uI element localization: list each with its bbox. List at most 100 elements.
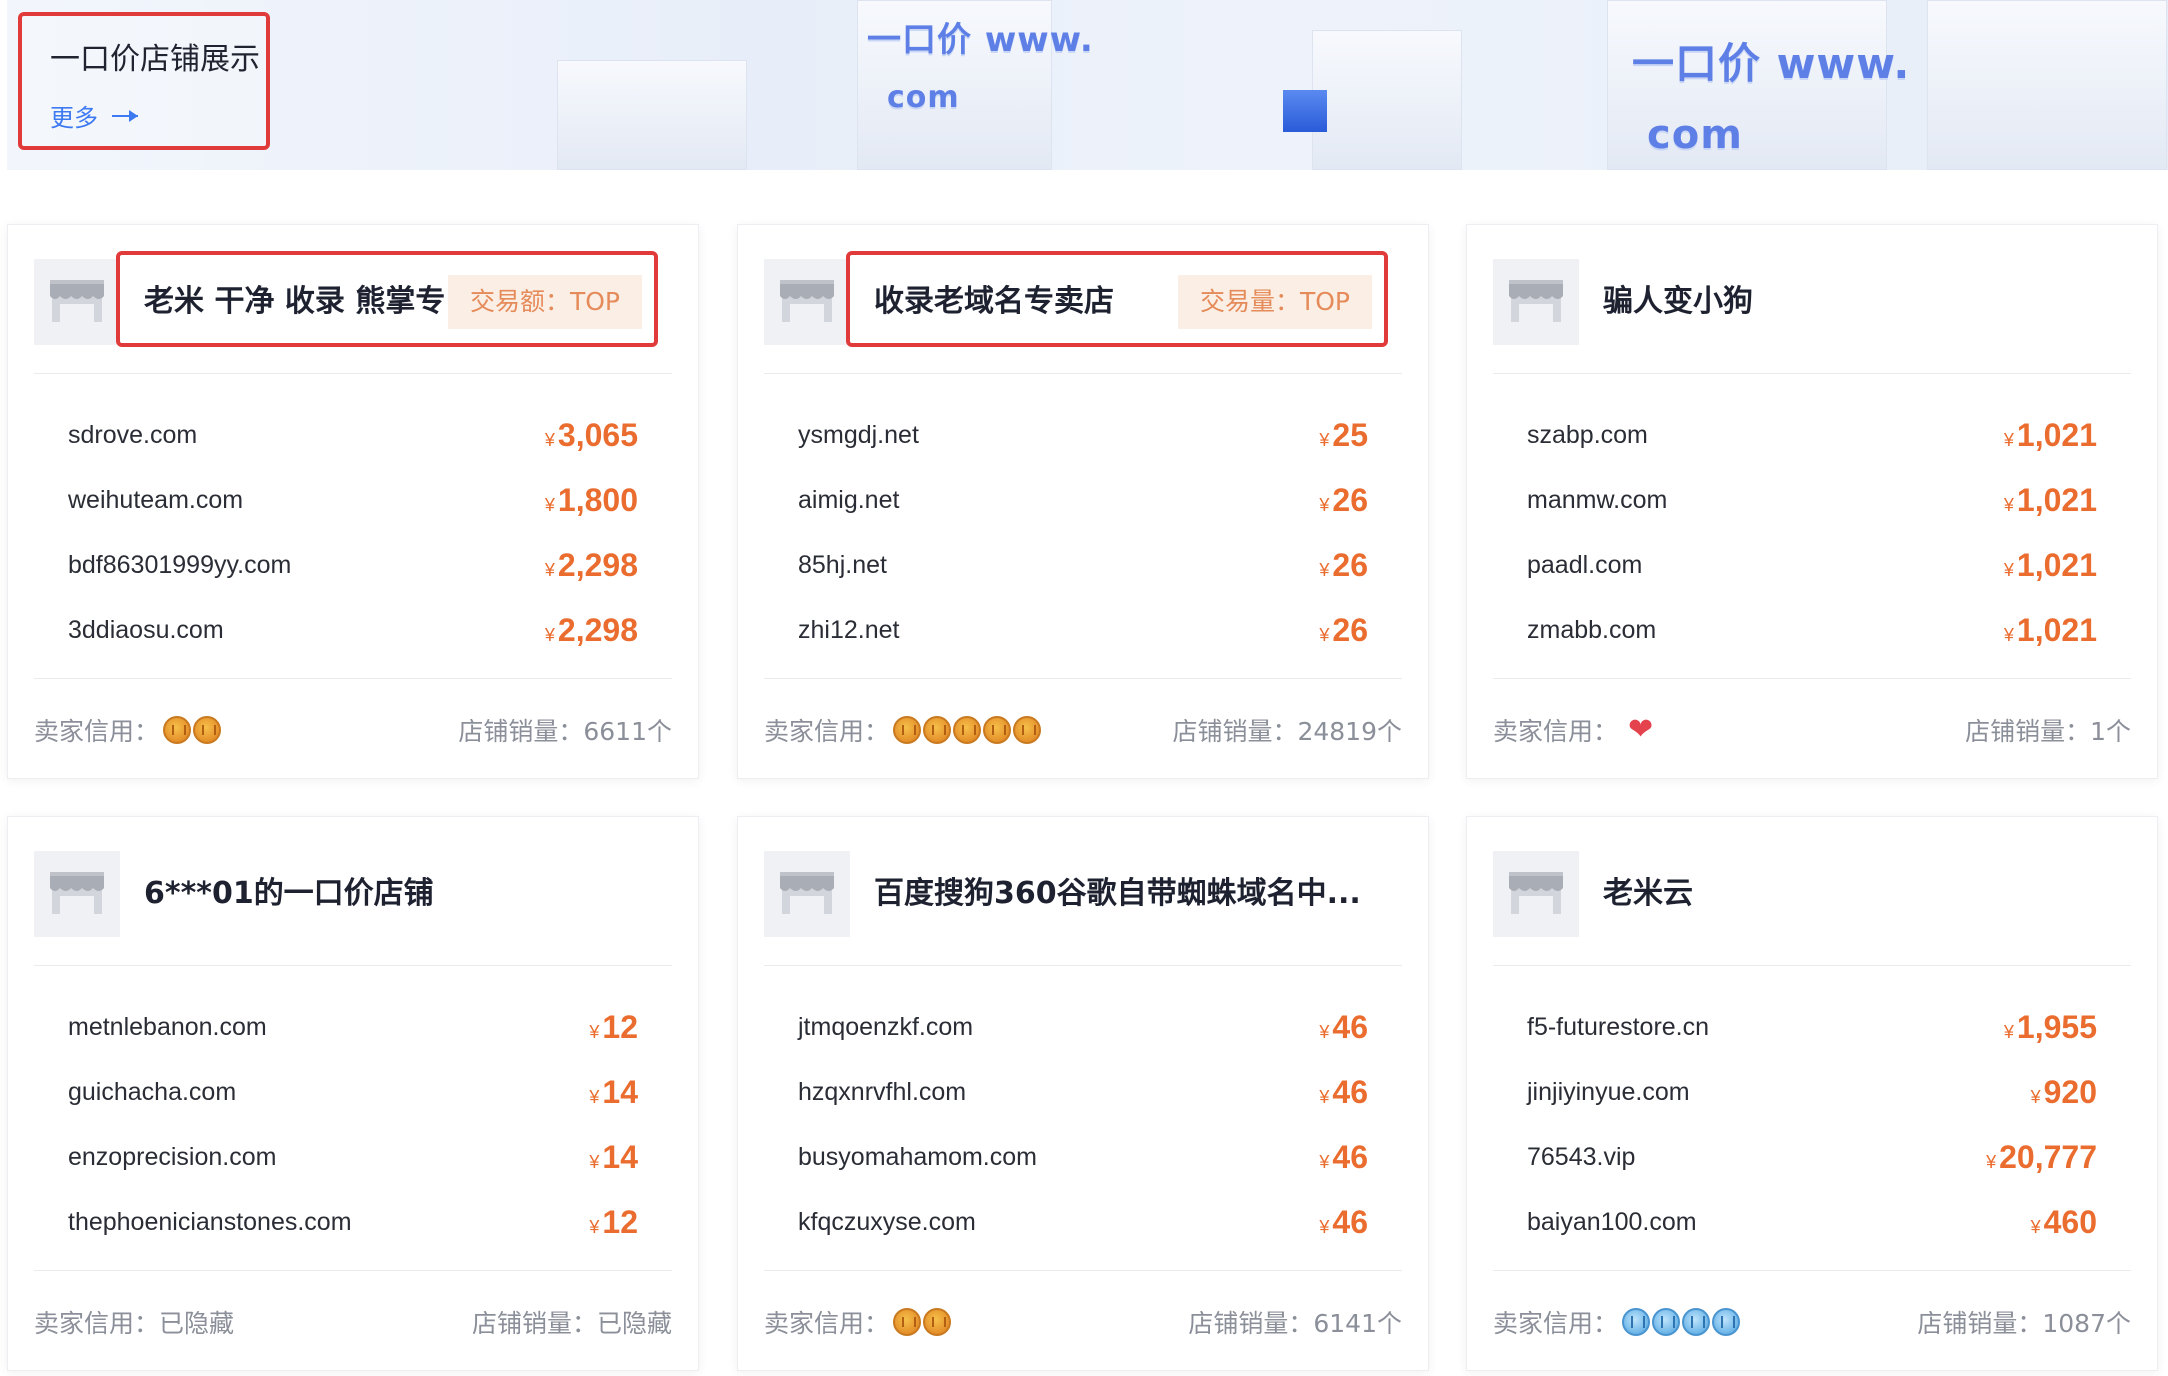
domain-name[interactable]: aimig.net (798, 486, 899, 515)
store-header[interactable]: 收录老域名专卖店 交易量：TOP (764, 251, 1402, 347)
store-card[interactable]: 百度搜狗360谷歌自带蜘蛛域名中... jtmqoenzkf.com ¥46 hzq… (737, 816, 1429, 1371)
banner-logo-text: 一口价 www. (867, 20, 1094, 60)
domain-name[interactable]: ysmgdj.net (798, 421, 919, 450)
store-name[interactable]: 6***01的一口价店铺 (144, 851, 434, 937)
domain-row[interactable]: jtmqoenzkf.com ¥46 (798, 995, 1368, 1060)
domain-name[interactable]: f5-futurestore.cn (1527, 1013, 1709, 1042)
price-value: 1,021 (2016, 612, 2097, 648)
domain-price: ¥14 (589, 1139, 638, 1176)
domain-row[interactable]: hzqxnrvfhl.com ¥46 (798, 1060, 1368, 1125)
domain-row[interactable]: guichacha.com ¥14 (68, 1060, 638, 1125)
domain-row[interactable]: 3ddiaosu.com ¥2,298 (68, 598, 638, 663)
store-header[interactable]: 6***01的一口价店铺 (34, 851, 672, 937)
domain-row[interactable]: ysmgdj.net ¥25 (798, 403, 1368, 468)
domain-name[interactable]: thephoenicianstones.com (68, 1208, 352, 1237)
domain-row[interactable]: thephoenicianstones.com ¥12 (68, 1190, 638, 1255)
currency-symbol: ¥ (1319, 1217, 1330, 1237)
domain-row[interactable]: szabp.com ¥1,021 (1527, 403, 2097, 468)
store-header[interactable]: 老米 干净 收录 熊掌专... 交易额：TOP (34, 251, 672, 347)
domain-row[interactable]: zhi12.net ¥26 (798, 598, 1368, 663)
currency-symbol: ¥ (589, 1022, 600, 1042)
domain-name[interactable]: szabp.com (1527, 421, 1648, 450)
price-value: 1,800 (557, 482, 638, 518)
domain-price: ¥920 (2031, 1074, 2097, 1111)
banner: 一口价 www. com 一口价 www. com (7, 0, 2168, 170)
domain-name[interactable]: 3ddiaosu.com (68, 616, 224, 645)
domain-name[interactable]: baiyan100.com (1527, 1208, 1697, 1237)
domain-name[interactable]: metnlebanon.com (68, 1013, 267, 1042)
domain-row[interactable]: baiyan100.com ¥460 (1527, 1190, 2097, 1255)
domain-name[interactable]: bdf86301999yy.com (68, 551, 291, 580)
domain-row[interactable]: metnlebanon.com ¥12 (68, 995, 638, 1060)
credit-badges (893, 716, 1042, 744)
domain-row[interactable]: paadl.com ¥1,021 (1527, 533, 2097, 598)
divider (764, 1270, 1402, 1271)
domain-name[interactable]: paadl.com (1527, 551, 1642, 580)
currency-symbol: ¥ (2003, 1022, 2014, 1042)
domain-name[interactable]: weihuteam.com (68, 486, 243, 515)
store-card[interactable]: 收录老域名专卖店 交易量：TOP ysmgdj.net ¥25 aimig.net ¥… (737, 224, 1429, 779)
domain-row[interactable]: busyomahamom.com ¥46 (798, 1125, 1368, 1190)
price-value: 460 (2043, 1204, 2097, 1240)
domain-name[interactable]: jtmqoenzkf.com (798, 1013, 973, 1042)
domain-row[interactable]: weihuteam.com ¥1,800 (68, 468, 638, 533)
store-card[interactable]: 老米云 f5-futurestore.cn ¥1,955 jinjiyinyue.c… (1466, 816, 2158, 1371)
domain-name[interactable]: busyomahamom.com (798, 1143, 1037, 1172)
domain-row[interactable]: 76543.vip ¥20,777 (1527, 1125, 2097, 1190)
domain-name[interactable]: guichacha.com (68, 1078, 236, 1107)
domain-row[interactable]: f5-futurestore.cn ¥1,955 (1527, 995, 2097, 1060)
store-header[interactable]: 老米云 (1493, 851, 2131, 937)
store-sales: 店铺销量：6611个 (458, 712, 672, 748)
more-link-label[interactable]: 更多 (50, 98, 98, 133)
domain-price: ¥1,021 (2004, 612, 2097, 649)
seller-credit: 卖家信用： (764, 1304, 952, 1340)
banner-decor-block (557, 60, 747, 170)
store-card[interactable]: 老米 干净 收录 熊掌专... 交易额：TOP sdrove.com ¥3,065… (7, 224, 699, 779)
store-card[interactable]: 骗人变小狗 szabp.com ¥1,021 manmw.com ¥1,021 paad… (1466, 224, 2158, 779)
banner-decor-block (1312, 30, 1462, 170)
currency-symbol: ¥ (2003, 495, 2014, 515)
domain-name[interactable]: hzqxnrvfhl.com (798, 1078, 966, 1107)
seller-credit: 卖家信用： (764, 712, 1042, 748)
store-name[interactable]: 百度搜狗360谷歌自带蜘蛛域名中... (874, 851, 1361, 937)
more-link[interactable]: 更多 (50, 98, 138, 133)
store-name[interactable]: 骗人变小狗 (1603, 259, 1753, 345)
domain-name[interactable]: manmw.com (1527, 486, 1667, 515)
store-name[interactable]: 老米云 (1603, 851, 1693, 937)
seller-credit: 卖家信用： (34, 712, 222, 748)
domain-price: ¥1,021 (2004, 482, 2097, 519)
crown-icon (893, 716, 922, 744)
currency-symbol: ¥ (2003, 560, 2014, 580)
domain-row[interactable]: zmabb.com ¥1,021 (1527, 598, 2097, 663)
divider (34, 373, 672, 374)
domain-name[interactable]: zmabb.com (1527, 616, 1656, 645)
diamond-icon (1712, 1308, 1741, 1336)
store-header[interactable]: 骗人变小狗 (1493, 259, 2131, 345)
store-footer: 卖家信用： 店铺销量：6141个 (764, 1298, 1402, 1346)
price-value: 1,021 (2016, 547, 2097, 583)
heart-icon: ❤ (1628, 712, 1654, 747)
store-card[interactable]: 6***01的一口价店铺 metnlebanon.com ¥12 guichacha… (7, 816, 699, 1371)
domain-price: ¥46 (1319, 1139, 1368, 1176)
domain-price: ¥2,298 (545, 612, 638, 649)
arrow-right-icon[interactable] (112, 109, 138, 122)
domain-name[interactable]: sdrove.com (68, 421, 197, 450)
sales-label: 店铺销量： (458, 717, 584, 746)
domain-row[interactable]: aimig.net ¥26 (798, 468, 1368, 533)
domain-row[interactable]: bdf86301999yy.com ¥2,298 (68, 533, 638, 598)
domain-name[interactable]: zhi12.net (798, 616, 899, 645)
domain-name[interactable]: jinjiyinyue.com (1527, 1078, 1690, 1107)
domain-row[interactable]: 85hj.net ¥26 (798, 533, 1368, 598)
domain-name[interactable]: 85hj.net (798, 551, 887, 580)
domain-row[interactable]: enzoprecision.com ¥14 (68, 1125, 638, 1190)
domain-row[interactable]: sdrove.com ¥3,065 (68, 403, 638, 468)
domain-list: sdrove.com ¥3,065 weihuteam.com ¥1,800 bdf86… (68, 403, 638, 663)
domain-name[interactable]: kfqczuxyse.com (798, 1208, 976, 1237)
domain-row[interactable]: jinjiyinyue.com ¥920 (1527, 1060, 2097, 1125)
store-footer: 卖家信用： 已隐藏 店铺销量：已隐藏 (34, 1298, 672, 1346)
domain-row[interactable]: manmw.com ¥1,021 (1527, 468, 2097, 533)
domain-name[interactable]: enzoprecision.com (68, 1143, 276, 1172)
domain-row[interactable]: kfqczuxyse.com ¥46 (798, 1190, 1368, 1255)
domain-name[interactable]: 76543.vip (1527, 1143, 1635, 1172)
store-header[interactable]: 百度搜狗360谷歌自带蜘蛛域名中... (764, 851, 1402, 937)
